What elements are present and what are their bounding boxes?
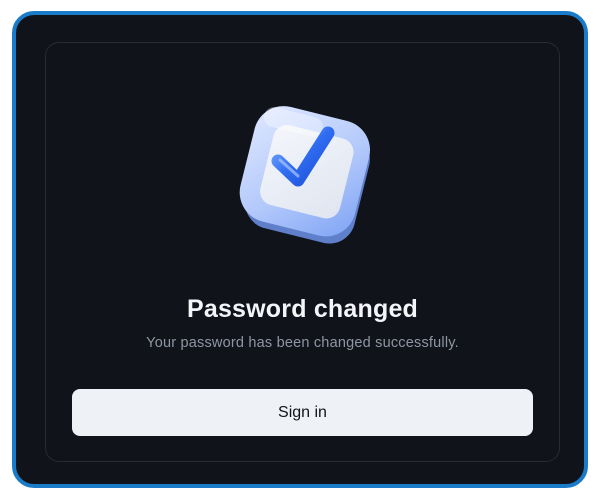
success-message: Your password has been changed successfu…	[146, 335, 459, 351]
password-changed-card: Password changed Your password has been …	[45, 42, 560, 462]
page-title: Password changed	[186, 295, 419, 323]
screen-frame: Password changed Your password has been …	[12, 11, 588, 488]
sign-in-button[interactable]: Sign in	[72, 389, 533, 436]
check-square-icon	[239, 106, 371, 244]
